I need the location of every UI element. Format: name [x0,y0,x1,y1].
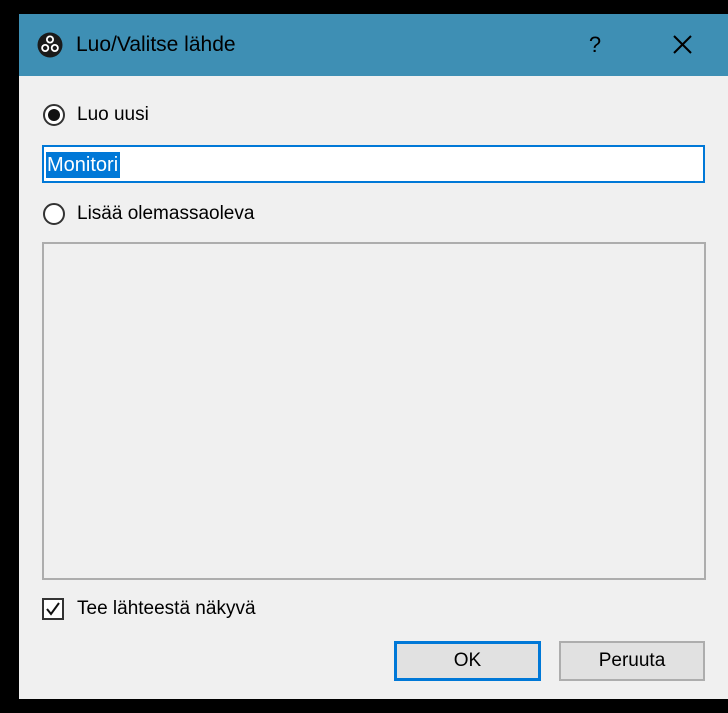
add-existing-radio[interactable] [43,203,65,225]
make-visible-checkbox[interactable] [42,598,64,620]
source-name-value: Monitori [46,152,121,178]
help-button[interactable]: ? [575,24,615,66]
window-title: Luo/Valitse lähde [76,33,236,56]
create-new-label[interactable]: Luo uusi [77,103,149,127]
obs-app-icon [37,32,63,58]
close-icon [673,35,692,54]
create-select-source-dialog: Luo/Valitse lähde ? Luo uusi Monitori Li… [19,14,728,699]
cancel-button[interactable]: Peruuta [559,641,705,681]
checkmark-icon [46,602,60,616]
close-button[interactable] [661,24,703,66]
ok-button[interactable]: OK [394,641,541,681]
make-visible-label[interactable]: Tee lähteestä näkyvä [77,597,256,621]
create-new-radio[interactable] [43,104,65,126]
existing-sources-list[interactable] [42,242,706,580]
source-name-input[interactable]: Monitori [42,145,705,183]
title-bar: Luo/Valitse lähde ? [19,14,728,76]
add-existing-label[interactable]: Lisää olemassaoleva [77,202,254,226]
